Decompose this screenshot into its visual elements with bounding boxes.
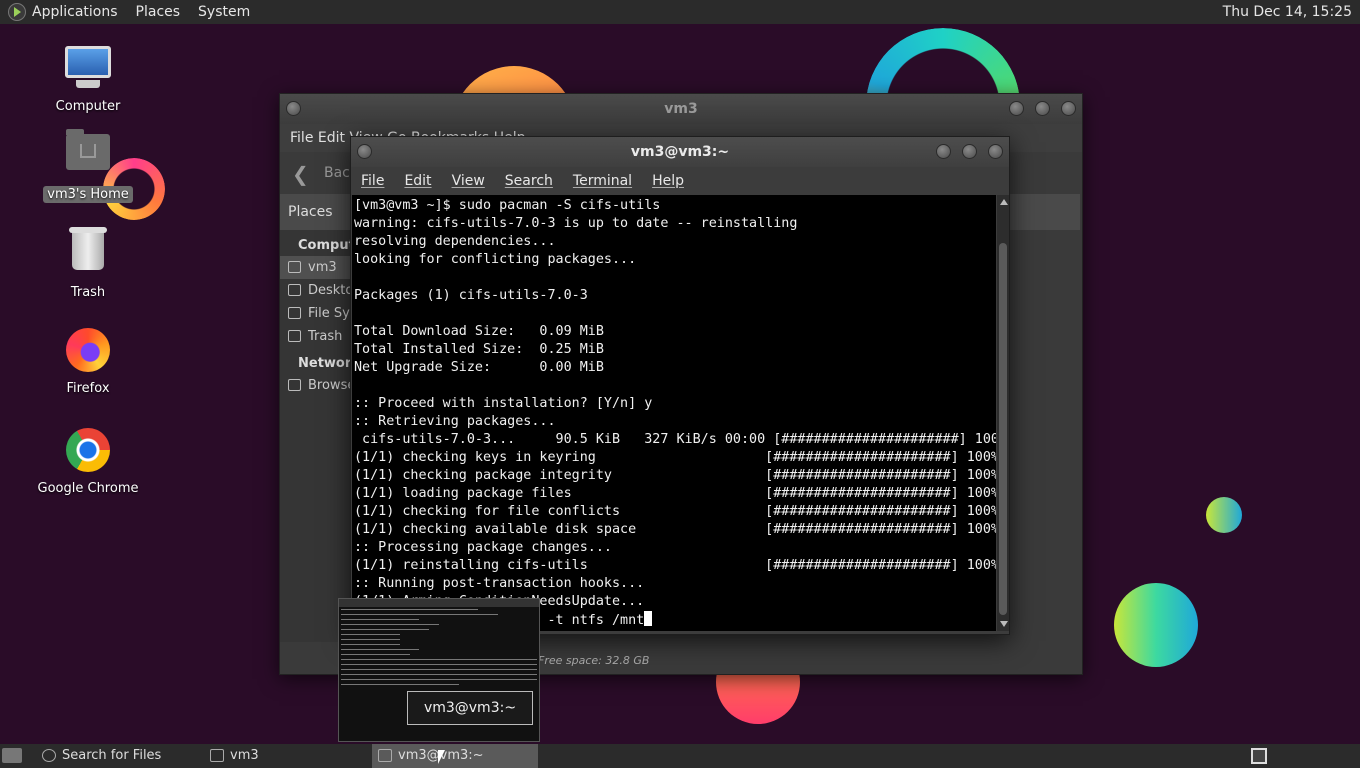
scroll-up-arrow-icon[interactable]: [1000, 199, 1008, 205]
menu-applications[interactable]: Applications: [32, 4, 118, 20]
places-sidebar: Places Computer vm3 Desktop File System …: [280, 194, 371, 642]
trash-icon: [64, 227, 112, 280]
bottom-panel: Search for Files vm3 vm3@vm3:~: [0, 744, 1360, 768]
home-folder-icon: [64, 129, 112, 182]
desktop-icon-label: Trash: [70, 285, 106, 300]
scrollbar-thumb[interactable]: [999, 243, 1007, 615]
terminal-line: (1/1) checking keys in keyring [########…: [354, 450, 996, 465]
clock[interactable]: Thu Dec 14, 15:25: [1223, 4, 1352, 20]
desktop-icon-home[interactable]: vm3's Home: [33, 128, 143, 203]
menu-edit[interactable]: Edit: [404, 173, 431, 189]
minimize-icon[interactable]: [1009, 101, 1024, 116]
drive-icon: [288, 307, 301, 319]
desktop-icon: [288, 284, 301, 296]
terminal-line: :: Processing package changes...: [354, 540, 612, 555]
decorative-ball: [1206, 497, 1242, 533]
terminal-titlebar[interactable]: vm3@vm3:~: [351, 137, 1009, 167]
window-menu-icon[interactable]: [286, 101, 301, 116]
window-title: vm3: [664, 101, 698, 117]
sidebar-item-home[interactable]: vm3: [280, 256, 360, 279]
terminal-line: :: Running post-transaction hooks...: [354, 576, 645, 591]
close-icon[interactable]: [1061, 101, 1076, 116]
minimize-icon[interactable]: [936, 144, 951, 159]
terminal-menubar: File Edit View Search Terminal Help: [351, 167, 1009, 195]
trash-icon: [288, 330, 301, 342]
terminal-line: (1/1) checking for file conflicts [#####…: [354, 504, 996, 519]
preview-tooltip: vm3@vm3:~: [407, 691, 533, 725]
desktop-icon-computer[interactable]: Computer: [33, 46, 143, 115]
desktop-icon-label: Google Chrome: [37, 481, 139, 496]
terminal-output: [vm3@vm3 ~]$ sudo pacman -S cifs-utils w…: [352, 195, 996, 630]
maximize-icon[interactable]: [1035, 101, 1050, 116]
sidebar-item-filesystem[interactable]: File System: [280, 302, 360, 325]
terminal-scrollbar[interactable]: [997, 195, 1009, 631]
menu-view[interactable]: View: [452, 173, 485, 189]
taskbar-item-search-files[interactable]: Search for Files: [36, 744, 222, 768]
terminal-line: :: Retrieving packages...: [354, 414, 556, 429]
terminal-line: Net Upgrade Size: 0.00 MiB: [354, 360, 604, 375]
terminal-line: resolving dependencies...: [354, 234, 556, 249]
back-arrow-icon[interactable]: ❮: [292, 162, 309, 186]
terminal-line: looking for conflicting packages...: [354, 252, 637, 267]
sidebar-item-browse-network[interactable]: Browse Network: [280, 374, 360, 397]
search-icon: [42, 749, 56, 762]
terminal-line: cifs-utils-7.0-3... 90.5 KiB 327 KiB/s 0…: [354, 432, 996, 447]
terminal-line: :: Proceed with installation? [Y/n] y: [354, 396, 653, 411]
window-menu-icon[interactable]: [357, 144, 372, 159]
preview-menubar: [339, 599, 539, 607]
firefox-icon: [64, 328, 112, 376]
taskbar-item-file-manager[interactable]: vm3: [204, 744, 390, 768]
desktop-icon-chrome[interactable]: Google Chrome: [33, 426, 143, 497]
terminal-icon: [378, 749, 392, 762]
sidebar-section-network: Network: [298, 356, 360, 371]
terminal-line: (1/1) reinstalling cifs-utils [#########…: [354, 558, 996, 573]
chrome-icon: [64, 428, 112, 476]
top-panel: Applications Places System Thu Dec 14, 1…: [0, 0, 1360, 24]
desktop-icon-label: vm3's Home: [43, 186, 133, 203]
preview-lines: [341, 609, 537, 689]
terminal-line: Packages (1) cifs-utils-7.0-3: [354, 288, 588, 303]
sidebar-section-computer: Computer: [298, 238, 371, 253]
taskbar-item-terminal[interactable]: vm3@vm3:~: [372, 744, 538, 768]
desktop-icon-firefox[interactable]: Firefox: [33, 326, 143, 397]
terminal-cursor: [644, 611, 653, 626]
terminal-window[interactable]: vm3@vm3:~ File Edit View Search Terminal…: [350, 136, 1010, 635]
menu-file[interactable]: File: [361, 173, 384, 189]
network-icon: [288, 379, 301, 391]
menu-system[interactable]: System: [198, 4, 250, 20]
decorative-ball-large: [1114, 583, 1198, 667]
desktop-icon-trash[interactable]: Trash: [33, 226, 143, 301]
computer-icon: [64, 46, 112, 94]
mouse-pointer-icon: [438, 750, 445, 764]
file-manager-titlebar[interactable]: vm3: [280, 94, 1082, 124]
show-desktop-icon[interactable]: [2, 748, 22, 763]
terminal-line: (1/1) checking package integrity [######…: [354, 468, 996, 483]
menu-terminal[interactable]: Terminal: [573, 173, 632, 189]
menu-help[interactable]: Help: [652, 173, 684, 189]
window-title: vm3@vm3:~: [630, 144, 730, 160]
terminal-line: (1/1) loading package files [###########…: [354, 486, 996, 501]
free-space-text: Free space: 32.8 GB: [538, 654, 650, 667]
distro-logo-icon[interactable]: [8, 3, 26, 21]
workspace-switcher-icon[interactable]: [1251, 748, 1267, 764]
menu-search[interactable]: Search: [505, 173, 553, 189]
sidebar-item-trash[interactable]: Trash: [280, 325, 360, 348]
window-preview-thumbnail[interactable]: vm3@vm3:~: [338, 598, 540, 742]
sidebar-item-desktop[interactable]: Desktop: [280, 279, 360, 302]
home-icon: [288, 261, 301, 273]
terminal-line: Total Installed Size: 0.25 MiB: [354, 342, 604, 357]
desktop-icon-label: Computer: [55, 99, 121, 114]
places-header[interactable]: Places: [280, 194, 360, 230]
close-icon[interactable]: [988, 144, 1003, 159]
terminal-screen[interactable]: [vm3@vm3 ~]$ sudo pacman -S cifs-utils w…: [352, 195, 996, 631]
desktop-icon-label: Firefox: [66, 381, 110, 396]
scroll-down-arrow-icon[interactable]: [1000, 621, 1008, 627]
terminal-line: Total Download Size: 0.09 MiB: [354, 324, 604, 339]
menu-places[interactable]: Places: [136, 4, 181, 20]
maximize-icon[interactable]: [962, 144, 977, 159]
terminal-line: (1/1) checking available disk space [###…: [354, 522, 996, 537]
terminal-line: warning: cifs-utils-7.0-3 is up to date …: [354, 216, 798, 231]
terminal-line: [vm3@vm3 ~]$ sudo pacman -S cifs-utils: [354, 198, 661, 213]
folder-icon: [210, 749, 224, 762]
